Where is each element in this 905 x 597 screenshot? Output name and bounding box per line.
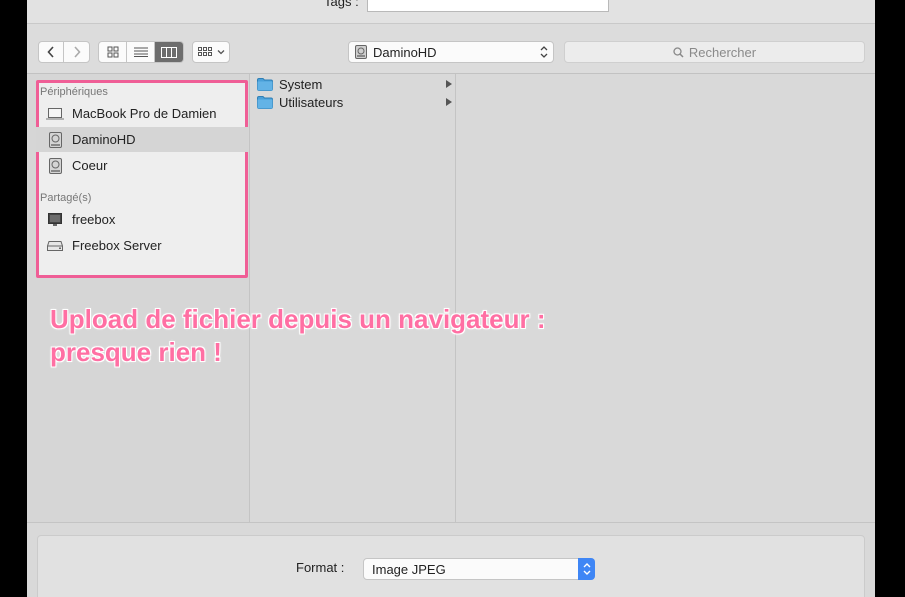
format-value: Image JPEG	[372, 561, 446, 577]
tags-input[interactable]	[367, 0, 609, 12]
sidebar: Périphériques MacBook Pro de Damien Dami…	[27, 74, 250, 522]
tags-row: Tags :	[27, 0, 875, 24]
annotation-overlay: Upload de fichier depuis un navigateur :…	[50, 303, 650, 369]
hard-drive-icon	[46, 157, 64, 174]
location-popup[interactable]: DaminoHD	[348, 41, 554, 63]
location-label: DaminoHD	[373, 44, 437, 60]
list-view-button[interactable]	[127, 42, 155, 62]
arrange-button[interactable]	[192, 41, 230, 63]
hard-drive-icon	[46, 131, 64, 148]
toolbar: DaminoHD Rechercher	[27, 24, 875, 74]
disclosure-arrow-icon	[446, 80, 452, 88]
monitor-icon	[46, 212, 64, 228]
back-button[interactable]	[39, 42, 64, 62]
sidebar-item-label: Coeur	[72, 158, 108, 173]
sidebar-item-coeur[interactable]: Coeur	[36, 153, 248, 178]
format-select[interactable]: Image JPEG	[363, 558, 595, 580]
annotation-line-1: Upload de fichier depuis un navigateur :	[50, 304, 546, 334]
chevron-right-icon	[73, 46, 81, 58]
laptop-icon	[46, 106, 64, 122]
folder-row-utilisateurs[interactable]: Utilisateurs	[251, 93, 456, 111]
icon-view-icon	[107, 46, 118, 58]
hard-drive-icon	[355, 45, 367, 59]
chevron-left-icon	[47, 46, 54, 58]
folder-icon	[257, 95, 273, 109]
icon-view-button[interactable]	[99, 42, 127, 62]
column-view-button[interactable]	[155, 42, 183, 62]
server-icon	[46, 238, 64, 254]
forward-button[interactable]	[64, 42, 89, 62]
save-dialog: Tags : DaminoHD Rechercher Périphériques…	[27, 0, 875, 597]
sidebar-item-label: Freebox Server	[72, 238, 162, 253]
sidebar-item-macbook[interactable]: MacBook Pro de Damien	[36, 101, 248, 126]
search-placeholder: Rechercher	[688, 44, 757, 60]
list-view-icon	[133, 47, 148, 57]
search-field[interactable]: Rechercher	[564, 41, 865, 63]
updown-chevron-icon	[540, 46, 548, 58]
browser-column-2[interactable]	[457, 74, 875, 522]
folder-icon	[257, 77, 273, 91]
folder-row-system[interactable]: System	[251, 75, 456, 93]
tags-label: Tags :	[324, 0, 359, 9]
annotation-line-2: presque rien !	[50, 337, 222, 367]
sidebar-item-label: MacBook Pro de Damien	[72, 106, 217, 121]
nav-buttons	[38, 41, 90, 63]
sidebar-highlight-box: Périphériques MacBook Pro de Damien Dami…	[36, 80, 248, 278]
sidebar-item-freebox-server[interactable]: Freebox Server	[36, 233, 248, 258]
column-view-icon	[161, 46, 177, 58]
chevron-down-icon	[217, 50, 224, 55]
sidebar-item-label: DaminoHD	[72, 132, 136, 147]
folder-label: System	[279, 76, 323, 92]
folder-label: Utilisateurs	[279, 94, 344, 110]
disclosure-arrow-icon	[446, 98, 452, 106]
format-label: Format :	[296, 560, 345, 575]
browser-column-1: System Utilisateurs	[251, 74, 456, 522]
sidebar-item-daminohd[interactable]: DaminoHD	[36, 127, 248, 152]
sidebar-item-label: freebox	[72, 212, 116, 227]
format-bar: Format : Image JPEG	[27, 522, 875, 597]
arrange-grid-icon	[197, 47, 212, 56]
sidebar-section-shared: Partagé(s)	[40, 192, 92, 204]
search-icon	[673, 46, 684, 58]
updown-chevron-icon	[578, 558, 595, 580]
sidebar-section-devices: Périphériques	[40, 86, 108, 98]
sidebar-item-freebox[interactable]: freebox	[36, 207, 248, 232]
view-mode-switcher	[98, 41, 184, 63]
